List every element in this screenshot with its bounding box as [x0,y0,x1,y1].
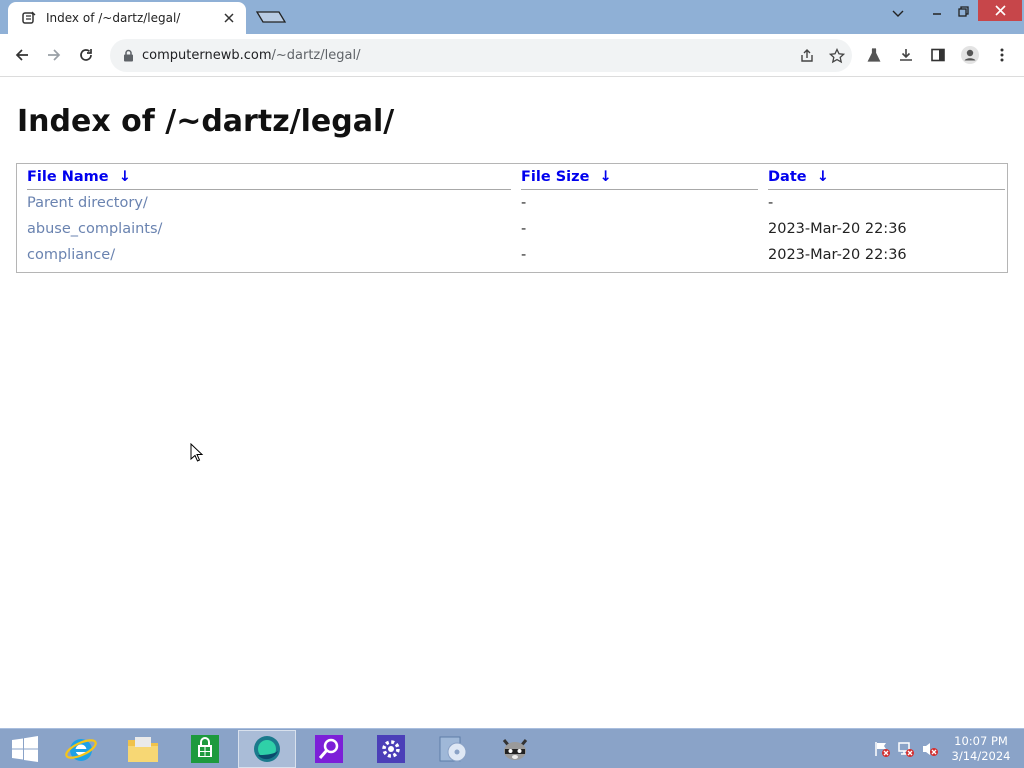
clock-time: 10:07 PM [954,734,1008,748]
new-tab-button[interactable] [254,6,288,28]
labs-button[interactable] [860,41,888,69]
taskbar-settings[interactable] [362,730,420,768]
taskbar-search-app[interactable] [300,730,358,768]
address-bar[interactable]: computernewb.com/~dartz/legal/ [110,39,852,72]
compliance-link[interactable]: compliance/ [27,247,115,263]
back-button[interactable] [8,41,36,69]
sort-by-date-link[interactable]: Date ↓ [768,169,829,185]
browser-titlebar: Index of /~dartz/legal/ [0,0,1024,34]
file-size-cell: - [521,195,527,211]
file-date-cell: - [768,195,774,211]
file-table: File Name ↓ File Size ↓ Date ↓ Parent di… [17,164,1007,268]
downloads-button[interactable] [892,41,920,69]
sort-arrow-icon: ↓ [816,169,829,185]
close-window-button[interactable] [978,0,1022,21]
file-name-cell: compliance/ [17,242,511,268]
parent-directory-link[interactable]: Parent directory/ [27,195,148,211]
sort-by-size-link[interactable]: File Size ↓ [521,169,612,185]
browser-icon [254,736,280,762]
bookmark-button[interactable] [822,41,852,71]
search-app-icon [315,735,343,763]
page-title: Index of /~dartz/legal/ [17,104,395,139]
back-arrow-icon [15,49,28,61]
flask-icon [867,48,881,62]
tab-search-chevron-down-icon[interactable] [884,2,912,26]
table-row: compliance/ - 2023-Mar-20 22:36 [17,242,1007,268]
file-date-cell: 2023-Mar-20 22:36 [768,221,907,237]
internet-explorer-icon [65,739,97,761]
avatar-icon [961,46,979,64]
network-disconnected-icon[interactable] [897,740,915,758]
star-icon [829,47,845,63]
url-host: computernewb.com [142,48,272,63]
url-path: /~dartz/legal/ [271,48,361,63]
kebab-menu-icon [1000,48,1004,62]
share-icon [801,48,813,62]
taskbar-file-explorer[interactable] [114,730,172,768]
settings-icon [377,735,405,763]
reload-button[interactable] [72,41,100,69]
mouse-cursor-icon [190,443,204,462]
file-name-cell: abuse_complaints/ [17,216,511,242]
taskbar-store[interactable] [176,730,234,768]
menu-button[interactable] [988,41,1016,69]
abuse-complaints-link[interactable]: abuse_complaints/ [27,221,162,237]
file-name-cell: Parent directory/ [17,190,511,216]
side-panel-button[interactable] [924,41,952,69]
sort-by-name-link[interactable]: File Name ↓ [27,169,131,185]
browser-toolbar: computernewb.com/~dartz/legal/ [0,34,1024,77]
reload-icon [80,49,92,61]
taskbar-raccoon-app[interactable] [486,730,544,768]
page-content: Index of /~dartz/legal/ File Name ↓ File… [0,78,1024,728]
raccoon-app-icon [502,739,528,760]
taskbar-media[interactable] [424,730,482,768]
sort-arrow-icon: ↓ [599,169,612,185]
volume-muted-icon[interactable] [921,740,939,758]
forward-button[interactable] [40,41,68,69]
url-text[interactable]: computernewb.com/~dartz/legal/ [142,48,792,63]
browser-tab[interactable]: Index of /~dartz/legal/ [8,2,246,34]
store-icon [191,735,219,763]
table-row: abuse_complaints/ - 2023-Mar-20 22:36 [17,216,1007,242]
start-button[interactable] [0,730,50,768]
column-date[interactable]: Date ↓ [758,164,1007,190]
taskbar-internet-explorer[interactable] [52,730,110,768]
column-file-name[interactable]: File Name ↓ [17,164,511,190]
tab-title: Index of /~dartz/legal/ [46,11,181,25]
forward-arrow-icon [48,49,61,61]
tab-close-icon[interactable] [220,9,238,27]
start-icon [12,736,38,762]
taskbar-browser-active[interactable] [238,730,296,768]
clock-date: 3/14/2024 [951,749,1011,763]
column-file-size[interactable]: File Size ↓ [511,164,758,190]
restore-button[interactable] [950,0,976,22]
file-date-cell: 2023-Mar-20 22:36 [768,247,907,263]
side-panel-icon [931,48,945,62]
system-clock[interactable]: 10:07 PM 3/14/2024 [946,734,1016,764]
file-listing: File Name ↓ File Size ↓ Date ↓ Parent di… [16,163,1008,273]
page-favicon-icon [20,9,38,27]
table-row: Parent directory/ - - [17,190,1007,216]
lock-icon[interactable] [120,48,136,64]
media-disc-icon [439,736,467,762]
download-icon [900,49,912,61]
profile-button[interactable] [956,41,984,69]
file-explorer-icon [128,737,158,762]
taskbar: 10:07 PM 3/14/2024 [0,728,1024,768]
table-header-row: File Name ↓ File Size ↓ Date ↓ [17,164,1007,190]
sort-arrow-icon: ↓ [118,169,131,185]
minimize-button[interactable] [924,0,950,22]
file-size-cell: - [521,247,527,263]
action-center-flag-icon[interactable] [873,740,891,758]
file-size-cell: - [521,221,527,237]
share-button[interactable] [792,41,822,71]
